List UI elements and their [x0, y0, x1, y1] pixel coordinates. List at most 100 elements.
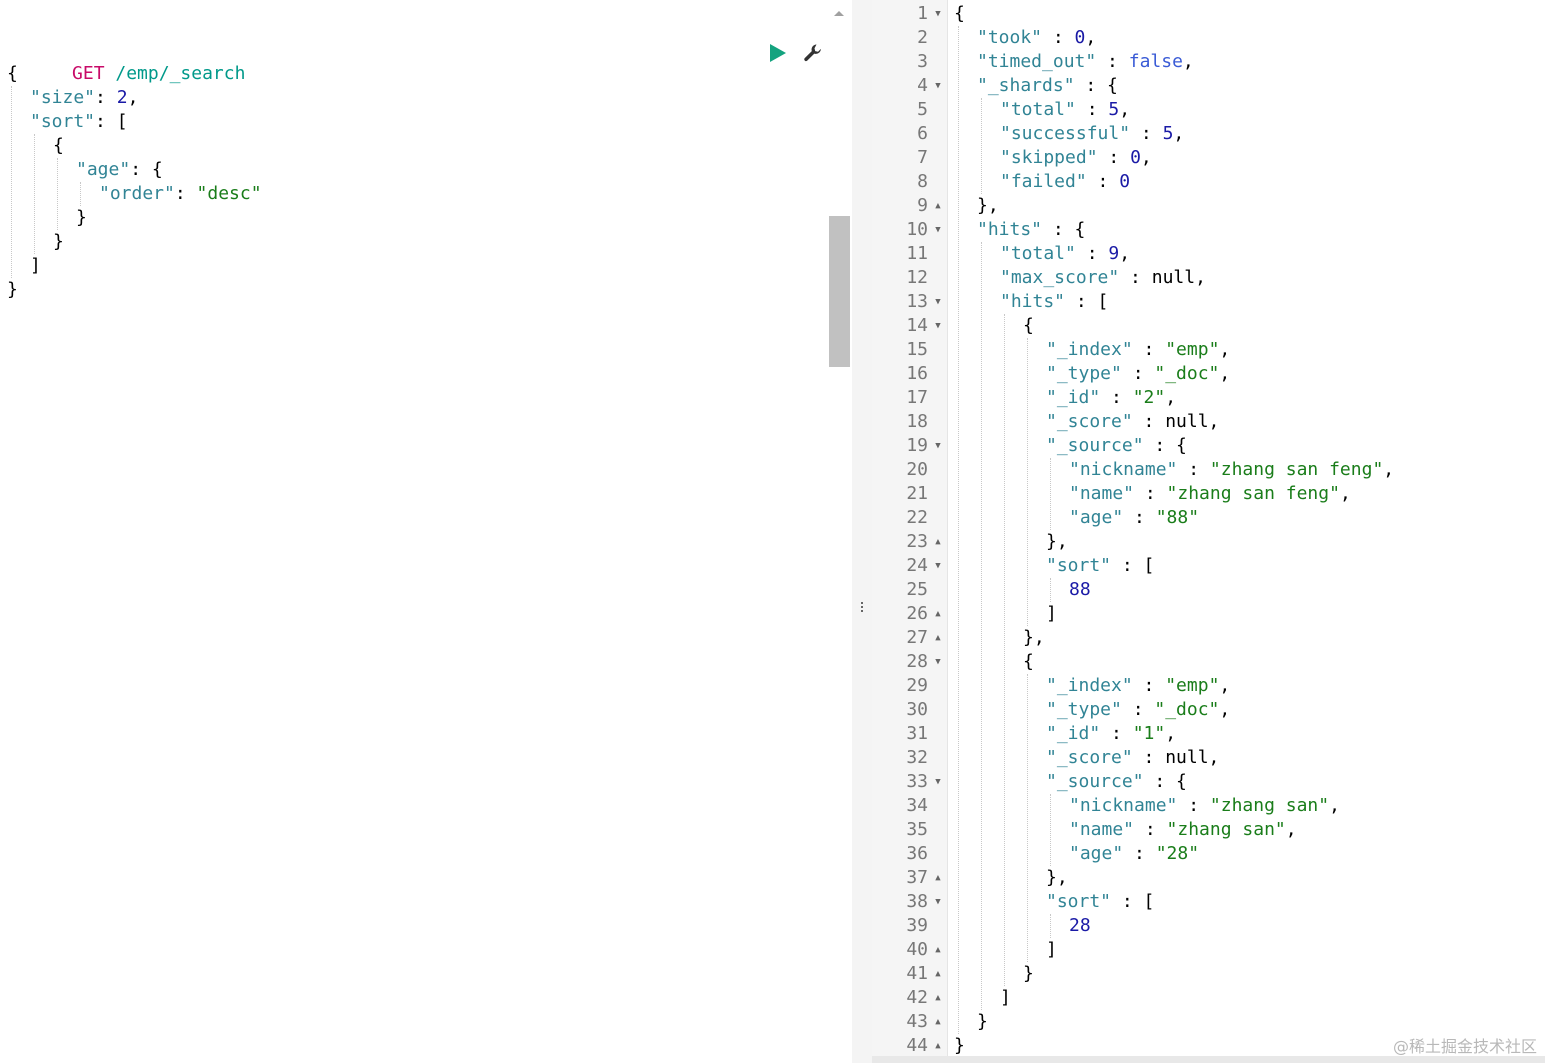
request-scrollbar[interactable] [829, 18, 850, 1063]
code-token-punc: , [1165, 387, 1177, 408]
request-scrollbar-thumb[interactable] [829, 216, 850, 367]
fold-arrow-down-icon[interactable]: ▼ [932, 290, 944, 314]
code-token-punc: : [1132, 339, 1166, 360]
code-token-key: "age" [1069, 507, 1124, 528]
request-line[interactable]: "size": 2, [0, 86, 828, 110]
fold-arrow-up-icon[interactable]: ▲ [932, 530, 944, 554]
fold-arrow-up-icon[interactable]: ▲ [932, 1034, 944, 1058]
response-line: 9 ▲}, [872, 194, 1545, 218]
code-token-punc: : [ [1111, 555, 1155, 576]
pane-splitter[interactable] [852, 0, 872, 1063]
response-line-text: "skipped" : 0, [1000, 146, 1152, 170]
line-number: 7 [917, 147, 928, 168]
response-line: 14 ▼ { [872, 314, 1545, 338]
request-line[interactable]: ] [0, 254, 828, 278]
fold-arrow-up-icon[interactable]: ▲ [932, 1010, 944, 1034]
response-line: 12 "max_score" : null, [872, 266, 1545, 290]
response-line-text: "name" : "zhang san feng", [1069, 482, 1351, 506]
response-line-text: } [977, 1010, 988, 1034]
fold-arrow-down-icon[interactable]: ▼ [932, 314, 944, 338]
code-token-str: "28" [1155, 843, 1200, 864]
line-number: 43 [906, 1011, 928, 1032]
response-line: 35 "name" : "zhang san", [872, 818, 1545, 842]
fold-arrow-down-icon[interactable]: ▼ [932, 218, 944, 242]
fold-arrow-down-icon[interactable]: ▼ [932, 770, 944, 794]
response-line: 31 "_id" : "1", [872, 722, 1545, 746]
code-token-key: "skipped" [1000, 147, 1098, 168]
line-number: 31 [906, 723, 928, 744]
request-line[interactable]: "age": { [0, 158, 828, 182]
response-pane[interactable]: 1 ▼{2 "took" : 0, 3 "timed_out" : false, 4 ▼ "_… [872, 0, 1545, 1063]
response-horizontal-scrollbar[interactable] [872, 1056, 1545, 1063]
fold-arrow-up-icon[interactable]: ▲ [932, 626, 944, 650]
request-line-text: } [53, 230, 64, 254]
code-token-key: "total" [1000, 99, 1076, 120]
response-body[interactable]: 1 ▼{2 "took" : 0, 3 "timed_out" : false, 4 ▼ "_… [872, 2, 1545, 1058]
code-token-str: "_doc" [1154, 699, 1220, 720]
line-number: 1 [917, 3, 928, 24]
request-editor[interactable]: GET /emp/_search {"size": 2, "sort": [{"a… [0, 38, 828, 302]
fold-arrow-down-icon[interactable]: ▼ [932, 74, 944, 98]
code-token-key: "_source" [1046, 771, 1144, 792]
line-number: 14 [906, 315, 928, 336]
request-pane[interactable]: GET /emp/_search {"size": 2, "sort": [{"a… [0, 0, 852, 1063]
response-line: 19 ▼ "_source" : { [872, 434, 1545, 458]
request-line[interactable]: } [0, 278, 828, 302]
fold-arrow-down-icon[interactable]: ▼ [932, 2, 944, 26]
code-token-punc: : [ [1065, 291, 1109, 312]
request-line[interactable]: } [0, 230, 828, 254]
watermark: @稀土掘金技术社区 [1392, 1037, 1537, 1056]
request-line[interactable]: { [0, 134, 828, 158]
code-token-num: 5 [1162, 123, 1174, 144]
code-token-punc: , [1219, 699, 1231, 720]
request-line[interactable]: "order": "desc" [0, 182, 828, 206]
code-token-key: "size" [30, 87, 96, 108]
settings-button[interactable] [802, 42, 824, 64]
run-button[interactable] [768, 42, 788, 64]
code-token-punc: : [1134, 483, 1167, 504]
fold-arrow-up-icon[interactable]: ▲ [932, 194, 944, 218]
fold-arrow-up-icon[interactable]: ▲ [932, 962, 944, 986]
line-number: 41 [906, 963, 928, 984]
request-line[interactable]: { [0, 62, 828, 86]
request-line[interactable]: "sort": [ [0, 110, 828, 134]
fold-arrow-down-icon[interactable]: ▼ [932, 650, 944, 674]
code-token-key: "nickname" [1069, 795, 1178, 816]
code-token-punc: , [127, 87, 139, 108]
fold-arrow-up-icon[interactable]: ▲ [932, 602, 944, 626]
fold-arrow-down-icon[interactable]: ▼ [932, 434, 944, 458]
request-body[interactable]: {"size": 2, "sort": [{"age": {"order": "d… [0, 62, 828, 302]
code-token-punc: { [1023, 315, 1034, 336]
line-number: 2 [917, 27, 928, 48]
code-token-punc: , [1383, 459, 1395, 480]
request-line[interactable]: } [0, 206, 828, 230]
fold-arrow-up-icon[interactable]: ▲ [932, 866, 944, 890]
response-line-text: "sort" : [ [1046, 890, 1154, 914]
code-token-punc: , [1119, 243, 1131, 264]
request-line[interactable]: GET /emp/_search [0, 38, 828, 84]
fold-arrow-up-icon[interactable]: ▲ [932, 986, 944, 1010]
fold-arrow-up-icon[interactable]: ▲ [932, 938, 944, 962]
scroll-up-arrow-icon[interactable] [832, 8, 846, 18]
code-token-key: "sort" [1046, 891, 1112, 912]
code-token-key: "max_score" [1000, 267, 1120, 288]
line-number: 24 [906, 555, 928, 576]
response-line-text: "max_score" : null, [1000, 266, 1206, 290]
code-token-punc: : [95, 87, 117, 108]
line-number: 33 [906, 771, 928, 792]
request-line-text: } [76, 206, 87, 230]
response-line: 24 ▼ "sort" : [ [872, 554, 1545, 578]
fold-arrow-down-icon[interactable]: ▼ [932, 554, 944, 578]
response-line: 32 "_score" : null, [872, 746, 1545, 770]
line-number: 29 [906, 675, 928, 696]
code-token-str: "zhang san" [1166, 819, 1286, 840]
line-number: 19 [906, 435, 928, 456]
fold-arrow-down-icon[interactable]: ▼ [932, 890, 944, 914]
line-number: 25 [906, 579, 928, 600]
request-line-text: "order": "desc" [99, 182, 262, 206]
response-line: 6 "successful" : 5, [872, 122, 1545, 146]
code-token-key: "sort" [30, 111, 96, 132]
code-token-key: "_score" [1046, 411, 1133, 432]
response-line: 7 "skipped" : 0, [872, 146, 1545, 170]
wrench-icon [804, 44, 821, 62]
